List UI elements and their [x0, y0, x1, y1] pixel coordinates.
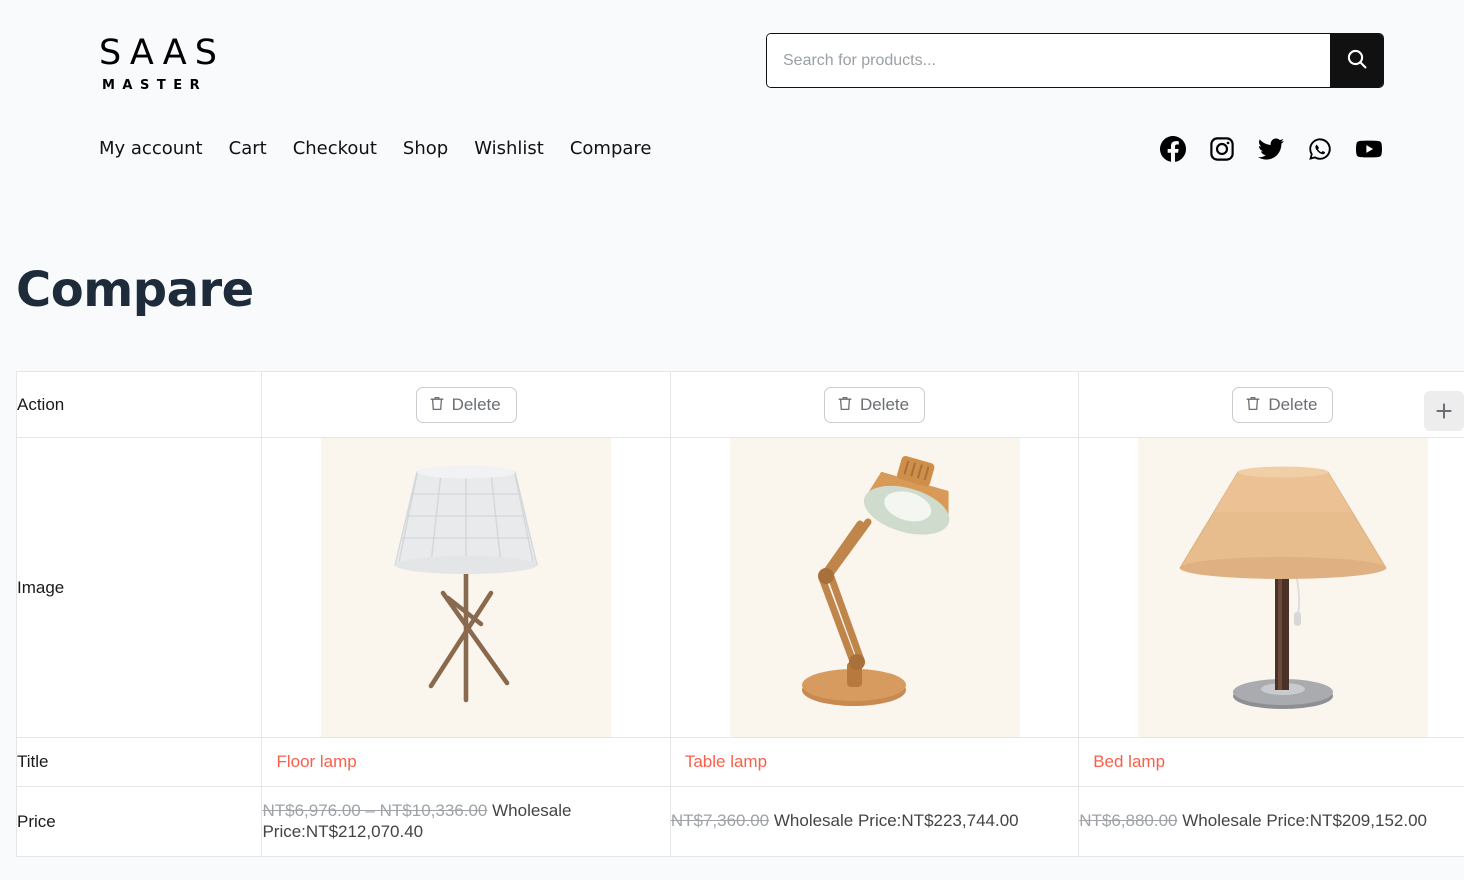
plus-icon — [1434, 401, 1454, 421]
search-icon — [1345, 47, 1369, 74]
price-cell-1: NT$6,976.00 – NT$10,336.00 Wholesale Pri… — [261, 786, 671, 857]
search-button[interactable] — [1330, 34, 1383, 87]
price-original: NT$6,880.00 — [1079, 811, 1178, 831]
row-label-image: Image — [16, 437, 263, 738]
price-cell-3: NT$6,880.00 Wholesale Price:NT$209,152.0… — [1078, 786, 1464, 857]
product-title-table-lamp[interactable]: Table lamp — [671, 752, 1078, 772]
row-label-title: Title — [16, 737, 263, 787]
trash-icon — [1245, 395, 1261, 415]
whatsapp-icon[interactable] — [1307, 136, 1333, 162]
price-wholesale: Wholesale Price:NT$223,744.00 — [773, 811, 1019, 831]
title-cell-2: Table lamp — [670, 737, 1080, 787]
social-links — [1160, 136, 1382, 162]
row-label-action: Action — [16, 371, 263, 438]
delete-button-bed-lamp[interactable]: Delete — [1232, 386, 1334, 423]
table-lamp-image[interactable] — [729, 438, 1020, 737]
title-cell-1: Floor lamp — [261, 737, 671, 787]
delete-button-label: Delete — [451, 395, 501, 414]
table-row-action: Action Delete Delete Delete — [16, 371, 1464, 438]
action-cell-2: Delete — [670, 371, 1080, 438]
table-row-image: Image — [16, 437, 1464, 738]
compare-page: SAAS MASTER My account Cart Checkout Sho… — [0, 0, 1464, 880]
youtube-icon[interactable] — [1356, 136, 1382, 162]
product-title-bed-lamp[interactable]: Bed lamp — [1079, 752, 1464, 772]
price-wholesale: Wholesale Price:NT$209,152.00 — [1182, 811, 1427, 831]
twitter-icon[interactable] — [1258, 136, 1284, 162]
page-title: Compare — [16, 262, 254, 318]
price-original: NT$7,360.00 — [670, 811, 770, 831]
image-cell-1 — [261, 437, 671, 738]
title-cell-3: Bed lamp — [1078, 737, 1464, 787]
compare-table-container: Action Delete Delete Delete Image Title … — [16, 371, 1464, 857]
trash-icon — [429, 395, 445, 415]
logo-primary-text: SAAS — [99, 33, 225, 73]
main-navigation: My account Cart Checkout Shop Wishlist C… — [0, 120, 1464, 220]
nav-item-cart[interactable]: Cart — [229, 138, 267, 159]
search-input[interactable] — [767, 34, 1330, 87]
nav-item-wishlist[interactable]: Wishlist — [474, 138, 544, 159]
search-bar — [766, 33, 1384, 88]
image-cell-3 — [1078, 437, 1464, 738]
table-row-price: Price NT$6,976.00 – NT$10,336.00 Wholesa… — [16, 786, 1464, 857]
site-logo[interactable]: SAAS MASTER — [99, 33, 225, 93]
trash-icon — [837, 395, 853, 415]
row-label-price: Price — [16, 786, 263, 857]
site-header: SAAS MASTER — [0, 0, 1464, 120]
instagram-icon[interactable] — [1209, 136, 1235, 162]
floor-lamp-image[interactable] — [321, 438, 612, 737]
table-row-title: Title Floor lamp Table lamp Bed lamp Lar… — [16, 737, 1464, 787]
delete-button-table-lamp[interactable]: Delete — [823, 386, 926, 423]
delete-button-label: Delete — [859, 395, 910, 414]
nav-item-shop[interactable]: Shop — [403, 138, 448, 159]
price-original: NT$6,976.00 – NT$10,336.00 — [262, 800, 488, 820]
add-product-button[interactable] — [1424, 391, 1464, 431]
nav-item-compare[interactable]: Compare — [570, 138, 652, 159]
logo-secondary-text: MASTER — [102, 78, 208, 93]
price-cell-2: NT$7,360.00 Wholesale Price:NT$223,744.0… — [670, 786, 1080, 857]
nav-links: My account Cart Checkout Shop Wishlist C… — [99, 138, 651, 159]
action-cell-1: Delete — [261, 371, 671, 438]
facebook-icon[interactable] — [1160, 136, 1186, 162]
product-title-floor-lamp[interactable]: Floor lamp — [262, 752, 669, 772]
action-cell-3: Delete — [1078, 371, 1464, 438]
bed-lamp-image[interactable] — [1137, 438, 1428, 737]
nav-item-checkout[interactable]: Checkout — [293, 138, 377, 159]
compare-table: Action Delete Delete Delete Image Title … — [16, 371, 1464, 857]
nav-item-my-account[interactable]: My account — [99, 138, 203, 159]
delete-button-floor-lamp[interactable]: Delete — [415, 386, 517, 423]
delete-button-label: Delete — [1268, 395, 1318, 414]
image-cell-2 — [670, 437, 1080, 738]
